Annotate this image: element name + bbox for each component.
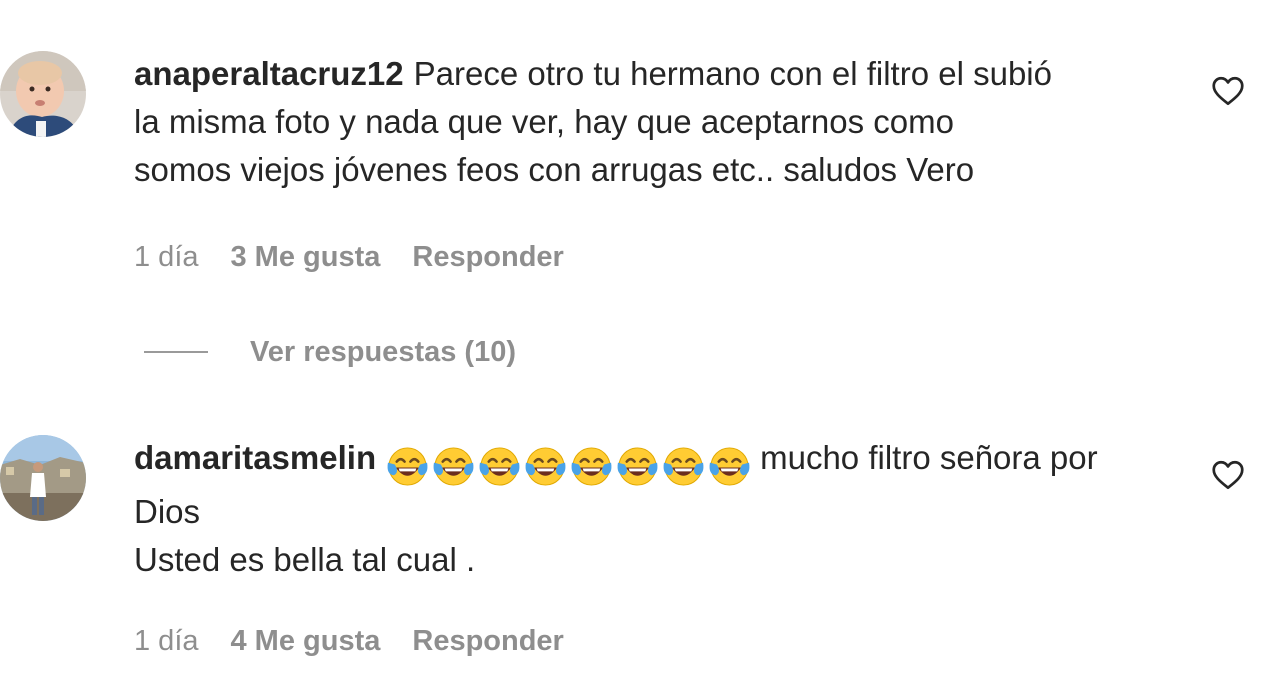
view-replies-button[interactable]: Ver respuestas (10) (144, 332, 516, 372)
comment-line: damaritasmelin mucho filtro señora por (134, 434, 1194, 488)
view-replies-label: Ver respuestas (10) (250, 335, 516, 368)
face-with-tears-of-joy-icon (432, 445, 475, 488)
likes-count-button[interactable]: 3 Me gusta (231, 239, 381, 275)
reply-button[interactable]: Responder (412, 623, 563, 659)
username-damaritasmelin[interactable]: damaritasmelin (134, 439, 376, 476)
replies-divider-line (144, 351, 208, 353)
like-heart-icon[interactable] (1210, 457, 1246, 493)
face-with-tears-of-joy-icon (616, 445, 659, 488)
avatar-anaperaltacruz12[interactable] (0, 51, 86, 137)
comment-meta-2: 1 día 4 Me gusta Responder (134, 623, 564, 659)
comment-body-line-2: la misma foto y nada que ver, hay que ac… (134, 103, 954, 140)
face-with-tears-of-joy-icon (386, 445, 429, 488)
comment-body-line-1: mucho filtro señora por (760, 439, 1098, 476)
face-with-tears-of-joy-icon (524, 445, 567, 488)
avatar-damaritasmelin[interactable] (0, 435, 86, 521)
comment-body-line-2: Dios (134, 493, 201, 530)
comment-text-2: damaritasmelin mucho filtro señora por Di… (134, 434, 1194, 584)
comment-body-line-3: somos viejos jóvenes feos con arrugas et… (134, 151, 975, 188)
face-with-tears-of-joy-icon (570, 445, 613, 488)
comment-body-line-3: Usted es bella tal cual . (134, 541, 476, 578)
comment-meta-1: 1 día 3 Me gusta Responder (134, 239, 564, 275)
face-with-tears-of-joy-icon (662, 445, 705, 488)
comment-time: 1 día (134, 241, 199, 273)
comment-time: 1 día (134, 625, 199, 657)
face-with-tears-of-joy-icon (478, 445, 521, 488)
comment-text-1: anaperaltacruz12 Parece otro tu hermano c… (134, 50, 1194, 194)
reply-button[interactable]: Responder (412, 239, 563, 275)
emoji-row (386, 440, 754, 488)
comment-line: anaperaltacruz12 Parece otro tu hermano c… (134, 50, 1194, 98)
comment-body-line-1: Parece otro tu hermano con el filtro el … (413, 55, 1052, 92)
like-heart-icon[interactable] (1210, 73, 1246, 109)
face-with-tears-of-joy-icon (708, 445, 751, 488)
username-anaperaltacruz12[interactable]: anaperaltacruz12 (134, 55, 404, 92)
likes-count-button[interactable]: 4 Me gusta (231, 623, 381, 659)
